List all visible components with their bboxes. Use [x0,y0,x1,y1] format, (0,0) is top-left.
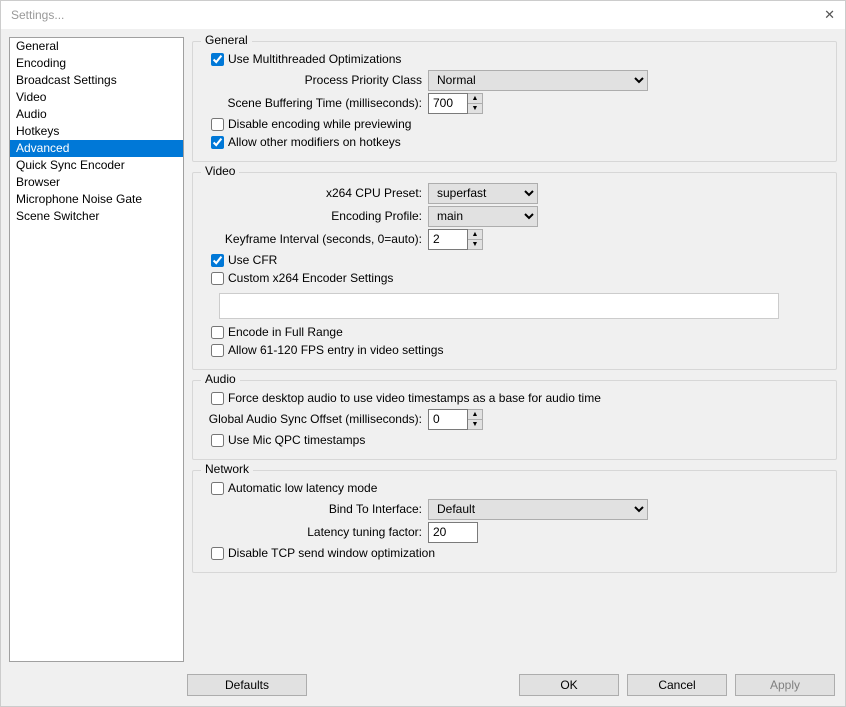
sidebar-item-general[interactable]: General [10,38,183,55]
ok-button[interactable]: OK [519,674,619,696]
group-general-title: General [201,33,252,47]
group-audio: Audio Force desktop audio to use video t… [192,380,837,460]
select-preset[interactable]: superfast [428,183,538,204]
select-bind-interface[interactable]: Default [428,499,648,520]
checkbox-disable-encoding[interactable] [211,118,224,131]
label-fullrange: Encode in Full Range [228,325,343,339]
label-buffering: Scene Buffering Time (milliseconds): [203,96,428,110]
label-force-ts: Force desktop audio to use video timesta… [228,391,601,405]
select-priority[interactable]: Normal [428,70,648,91]
sidebar-item-audio[interactable]: Audio [10,106,183,123]
input-custom-x264[interactable] [219,293,779,319]
input-keyframe[interactable] [428,229,468,250]
spinner-buffering[interactable]: ▲▼ [468,93,483,114]
input-sync-offset[interactable] [428,409,468,430]
label-auto-low-lat: Automatic low latency mode [228,481,377,495]
label-disable-tcp: Disable TCP send window optimization [228,546,435,560]
sidebar-item-noise-gate[interactable]: Microphone Noise Gate [10,191,183,208]
group-network: Network Automatic low latency mode Bind … [192,470,837,573]
apply-button[interactable]: Apply [735,674,835,696]
sidebar-item-video[interactable]: Video [10,89,183,106]
input-latency-factor[interactable] [428,522,478,543]
checkbox-cfr[interactable] [211,254,224,267]
label-fps120: Allow 61-120 FPS entry in video settings [228,343,443,357]
checkbox-fullrange[interactable] [211,326,224,339]
sidebar-item-scene-switcher[interactable]: Scene Switcher [10,208,183,225]
label-multithreaded: Use Multithreaded Optimizations [228,52,401,66]
label-bind-interface: Bind To Interface: [203,502,428,516]
label-preset: x264 CPU Preset: [203,186,428,200]
checkbox-qpc[interactable] [211,434,224,447]
close-icon[interactable]: ✕ [824,7,835,23]
window-title: Settings... [11,8,64,22]
content-panel: General Use Multithreaded Optimizations … [192,37,837,662]
nav-sidebar: General Encoding Broadcast Settings Vide… [9,37,184,662]
label-qpc: Use Mic QPC timestamps [228,433,365,447]
body: General Encoding Broadcast Settings Vide… [1,29,845,670]
sidebar-item-encoding[interactable]: Encoding [10,55,183,72]
label-cfr: Use CFR [228,253,277,267]
checkbox-auto-low-lat[interactable] [211,482,224,495]
spinner-sync[interactable]: ▲▼ [468,409,483,430]
checkbox-custom-x264[interactable] [211,272,224,285]
group-network-title: Network [201,462,253,476]
titlebar: Settings... ✕ [1,1,845,29]
settings-window: Settings... ✕ General Encoding Broadcast… [0,0,846,707]
sidebar-item-advanced[interactable]: Advanced [10,140,183,157]
footer: Defaults OK Cancel Apply [1,670,845,706]
checkbox-allow-modifiers[interactable] [211,136,224,149]
select-profile[interactable]: main [428,206,538,227]
spinner-keyframe[interactable]: ▲▼ [468,229,483,250]
group-video: Video x264 CPU Preset: superfast Encodin… [192,172,837,370]
label-allow-modifiers: Allow other modifiers on hotkeys [228,135,401,149]
label-profile: Encoding Profile: [203,209,428,223]
input-buffering[interactable] [428,93,468,114]
label-keyframe: Keyframe Interval (seconds, 0=auto): [203,232,428,246]
cancel-button[interactable]: Cancel [627,674,727,696]
label-priority: Process Priority Class [203,73,428,87]
checkbox-force-ts[interactable] [211,392,224,405]
sidebar-item-hotkeys[interactable]: Hotkeys [10,123,183,140]
group-general: General Use Multithreaded Optimizations … [192,41,837,162]
checkbox-disable-tcp[interactable] [211,547,224,560]
label-disable-encoding: Disable encoding while previewing [228,117,411,131]
checkbox-fps120[interactable] [211,344,224,357]
defaults-button[interactable]: Defaults [187,674,307,696]
sidebar-item-quicksync[interactable]: Quick Sync Encoder [10,157,183,174]
sidebar-item-browser[interactable]: Browser [10,174,183,191]
group-audio-title: Audio [201,372,240,386]
sidebar-item-broadcast[interactable]: Broadcast Settings [10,72,183,89]
label-sync-offset: Global Audio Sync Offset (milliseconds): [203,412,428,426]
label-latency-factor: Latency tuning factor: [203,525,428,539]
group-video-title: Video [201,164,239,178]
checkbox-multithreaded[interactable] [211,53,224,66]
label-custom-x264: Custom x264 Encoder Settings [228,271,393,285]
